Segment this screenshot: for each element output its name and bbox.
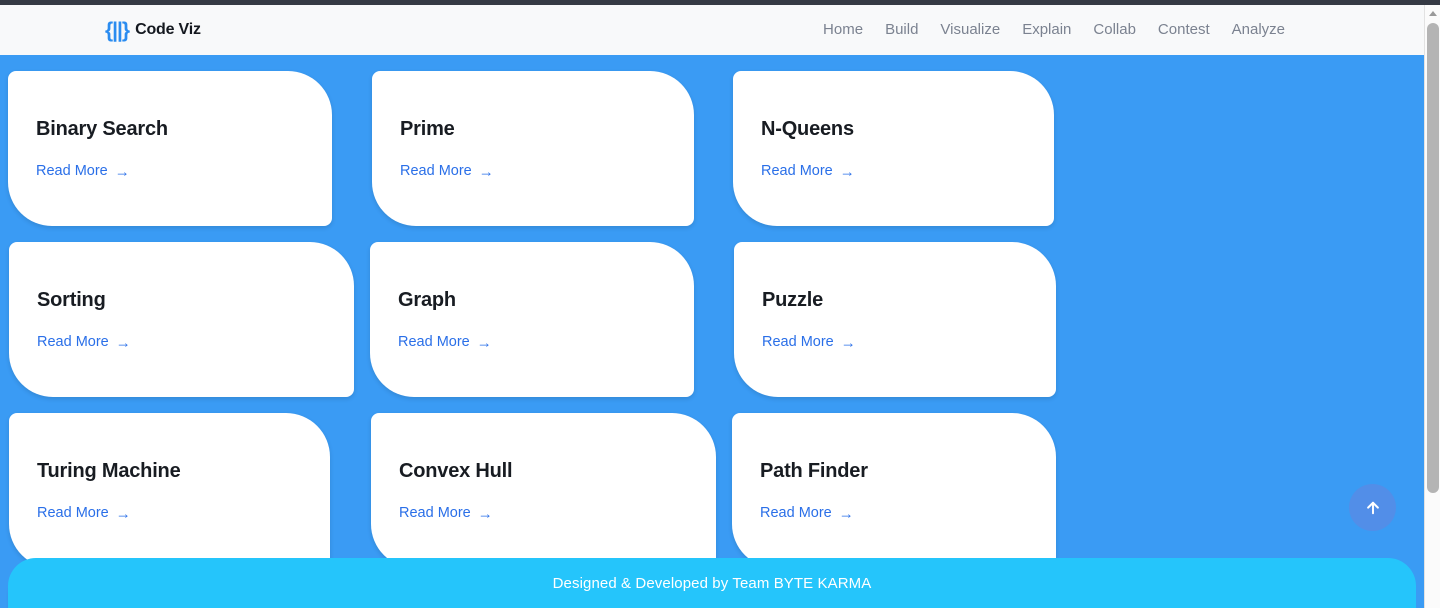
read-more-link[interactable]: Read More → (398, 334, 492, 350)
card-cell: Turing Machine Read More → (0, 405, 362, 576)
read-more-label: Read More (762, 334, 834, 350)
card-cell: Graph Read More → (362, 234, 724, 405)
card-title: Binary Search (36, 118, 168, 140)
read-more-link[interactable]: Read More → (400, 163, 494, 179)
nav-item-visualize[interactable]: Visualize (929, 5, 1011, 55)
card-cell: N-Queens Read More → (724, 63, 1086, 234)
read-more-link[interactable]: Read More → (762, 334, 856, 350)
scroll-to-top-button[interactable] (1349, 484, 1396, 531)
nav-item-contest[interactable]: Contest (1147, 5, 1221, 55)
vertical-scrollbar[interactable] (1424, 5, 1440, 608)
algorithm-card-binary-search[interactable]: Binary Search Read More → (8, 71, 332, 226)
scrollbar-up-arrow-icon[interactable] (1425, 5, 1440, 21)
algorithm-card-puzzle[interactable]: Puzzle Read More → (734, 242, 1056, 397)
card-title: Path Finder (760, 460, 868, 482)
read-more-link[interactable]: Read More → (37, 334, 131, 350)
card-cell: Path Finder Read More → (724, 405, 1086, 576)
scrollbar-thumb[interactable] (1427, 23, 1439, 493)
arrow-right-icon: → (840, 334, 856, 351)
read-more-link[interactable]: Read More → (399, 505, 493, 521)
arrow-right-icon: → (115, 334, 131, 351)
read-more-label: Read More (761, 163, 833, 179)
arrow-right-icon: → (839, 163, 855, 180)
code-brackets-icon: {||} (105, 18, 130, 42)
brand-name: Code Viz (135, 21, 201, 38)
read-more-link[interactable]: Read More → (36, 163, 130, 179)
read-more-link[interactable]: Read More → (761, 163, 855, 179)
arrow-right-icon: → (477, 505, 493, 522)
algorithm-card-prime[interactable]: Prime Read More → (372, 71, 694, 226)
read-more-label: Read More (37, 334, 109, 350)
site-header: {||} Code Viz Home Build Visualize Expla… (0, 5, 1424, 55)
arrow-right-icon: → (838, 505, 854, 522)
read-more-label: Read More (398, 334, 470, 350)
brand-logo[interactable]: {||} Code Viz (105, 20, 201, 41)
card-title: Prime (400, 118, 455, 140)
nav-item-analyze[interactable]: Analyze (1221, 5, 1296, 55)
card-title: Puzzle (762, 289, 824, 311)
read-more-label: Read More (760, 505, 832, 521)
read-more-label: Read More (399, 505, 471, 521)
arrow-right-icon: → (478, 163, 494, 180)
page-viewport: {||} Code Viz Home Build Visualize Expla… (0, 5, 1424, 608)
card-cell: Binary Search Read More → (0, 63, 362, 234)
algorithm-card-convex-hull[interactable]: Convex Hull Read More → (371, 413, 716, 568)
nav-item-collab[interactable]: Collab (1082, 5, 1147, 55)
footer-credit-text: Designed & Developed by Team BYTE KARMA (552, 574, 872, 592)
card-cell: Sorting Read More → (0, 234, 362, 405)
main-navigation: Home Build Visualize Explain Collab Cont… (812, 5, 1296, 55)
card-title: Turing Machine (37, 460, 181, 482)
read-more-label: Read More (37, 505, 109, 521)
card-cell: Convex Hull Read More → (362, 405, 724, 576)
nav-item-explain[interactable]: Explain (1011, 5, 1082, 55)
card-title: Graph (398, 289, 456, 311)
read-more-link[interactable]: Read More → (760, 505, 854, 521)
algorithm-card-turing-machine[interactable]: Turing Machine Read More → (9, 413, 330, 568)
read-more-label: Read More (400, 163, 472, 179)
algorithm-card-path-finder[interactable]: Path Finder Read More → (732, 413, 1056, 568)
algorithm-card-n-queens[interactable]: N-Queens Read More → (733, 71, 1054, 226)
card-cell: Puzzle Read More → (724, 234, 1086, 405)
read-more-link[interactable]: Read More → (37, 505, 131, 521)
algorithm-card-sorting[interactable]: Sorting Read More → (9, 242, 354, 397)
arrow-up-icon (1366, 501, 1379, 514)
card-title: Sorting (37, 289, 106, 311)
site-footer: Designed & Developed by Team BYTE KARMA (8, 558, 1416, 608)
arrow-right-icon: → (476, 334, 492, 351)
card-title: N-Queens (761, 118, 854, 140)
algorithm-card-graph[interactable]: Graph Read More → (370, 242, 694, 397)
card-title: Convex Hull (399, 460, 513, 482)
card-cell: Prime Read More → (362, 63, 724, 234)
nav-item-home[interactable]: Home (812, 5, 874, 55)
read-more-label: Read More (36, 163, 108, 179)
nav-item-build[interactable]: Build (874, 5, 929, 55)
algorithm-card-grid: Binary Search Read More → Prime Read Mor… (0, 55, 1424, 608)
arrow-right-icon: → (115, 505, 131, 522)
arrow-right-icon: → (114, 163, 130, 180)
browser-chrome-strip (0, 0, 1440, 5)
